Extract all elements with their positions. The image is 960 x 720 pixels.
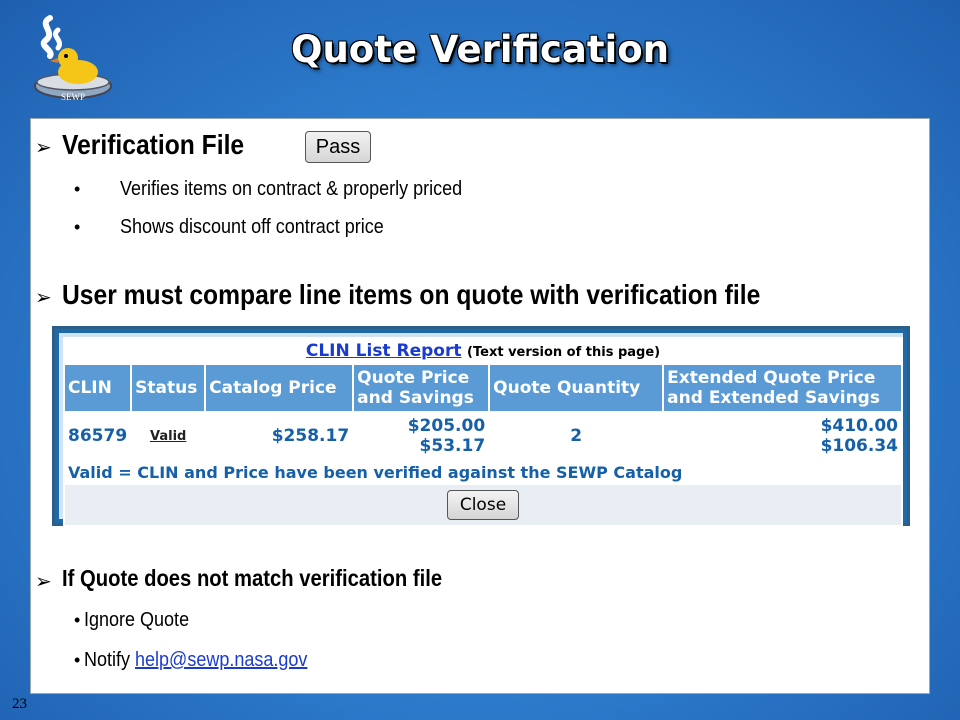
cell-savings: $53.17 bbox=[419, 436, 486, 456]
clin-list-report-link[interactable]: CLIN List Report bbox=[306, 341, 462, 361]
clin-list-report: CLIN List Report (Text version of this p… bbox=[52, 326, 910, 527]
validation-note: Valid = CLIN and Price have been verifie… bbox=[63, 459, 903, 485]
arrow-bullet-icon: ➢ bbox=[35, 137, 52, 159]
col-header-quote-price: Quote Price and Savings bbox=[352, 363, 491, 413]
bullet-dot-icon: • bbox=[74, 650, 81, 670]
bullet-dot-icon: • bbox=[74, 179, 81, 199]
status-valid-link[interactable]: Valid bbox=[130, 411, 207, 461]
cell-quantity: 2 bbox=[488, 411, 665, 461]
cell-extended-savings: $106.34 bbox=[820, 436, 898, 456]
report-caption-suffix: (Text version of this page) bbox=[467, 345, 661, 360]
bullet-item-notify: Notify help@sewp.nasa.gov bbox=[84, 649, 307, 672]
section-heading-mismatch: If Quote does not match verification fil… bbox=[62, 565, 443, 591]
arrow-bullet-icon: ➢ bbox=[35, 287, 52, 309]
close-button[interactable]: Close bbox=[447, 490, 519, 520]
cell-quote-price: $205.00 bbox=[407, 416, 486, 436]
content-panel: ➢ Verification File Pass • Verifies item… bbox=[30, 118, 930, 694]
bullet-dot-icon: • bbox=[74, 217, 81, 237]
bullet-item: Verifies items on contract & properly pr… bbox=[120, 178, 463, 200]
col-header-status: Status bbox=[130, 363, 207, 413]
cell-extended-price: $410.00 bbox=[820, 416, 898, 436]
cell-catalog-price: $258.17 bbox=[204, 411, 355, 461]
clin-table: CLIN List Report (Text version of this p… bbox=[62, 337, 903, 527]
bullet-item-ignore: Ignore Quote bbox=[84, 609, 190, 631]
bullet-dot-icon: • bbox=[74, 610, 81, 630]
cell-clin: 86579 bbox=[62, 411, 133, 461]
section-heading-verification-file: Verification File bbox=[62, 129, 245, 160]
slide-title: Quote Verification bbox=[291, 28, 669, 71]
notify-prefix: Notify bbox=[84, 649, 136, 671]
arrow-bullet-icon: ➢ bbox=[35, 571, 52, 593]
slide-number: 23 bbox=[12, 696, 27, 712]
section-heading-compare: User must compare line items on quote wi… bbox=[62, 279, 761, 310]
col-header-extended: Extended Quote Price and Extended Saving… bbox=[662, 363, 903, 413]
col-header-catalog-price: Catalog Price bbox=[204, 363, 355, 413]
bullet-item: Shows discount off contract price bbox=[120, 216, 384, 238]
col-header-clin: CLIN bbox=[62, 363, 133, 413]
help-email-link[interactable]: help@sewp.nasa.gov bbox=[135, 649, 307, 671]
report-caption: CLIN List Report (Text version of this p… bbox=[63, 337, 903, 365]
logo-text: SEWP bbox=[61, 92, 85, 102]
col-header-quote-quantity: Quote Quantity bbox=[488, 363, 665, 413]
pass-button[interactable]: Pass bbox=[305, 131, 371, 163]
table-row: 86579 Valid $258.17 $205.00 $53.17 2 $41… bbox=[62, 411, 903, 461]
